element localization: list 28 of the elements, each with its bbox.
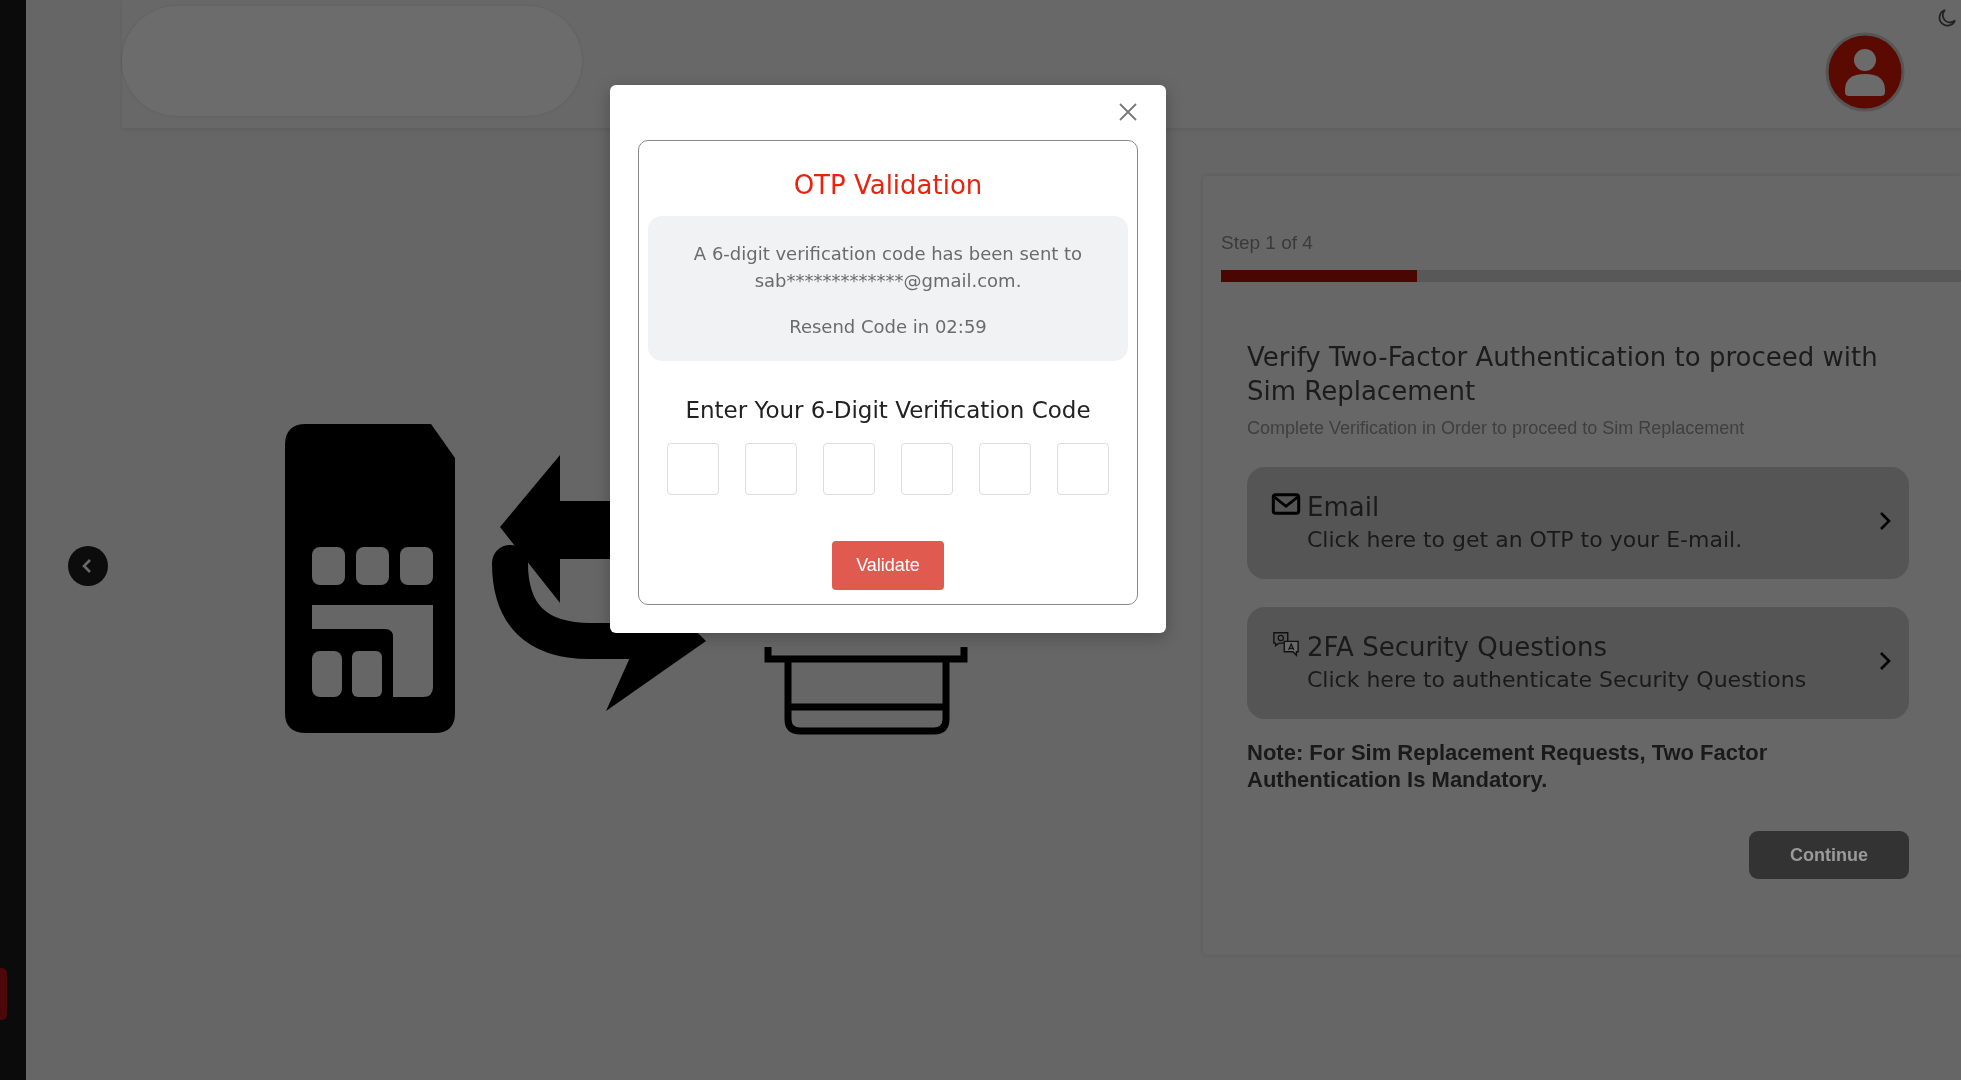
validate-button[interactable]: Validate (832, 541, 944, 590)
sim-card-icon (285, 424, 455, 733)
code-label: Enter Your 6-Digit Verification Code (684, 397, 1092, 423)
digit-field[interactable] (823, 443, 875, 495)
panel-heading: Verify Two-Factor Authentication to proceed with Sim Replacement (1247, 341, 1879, 408)
note-text: Note: For Sim Replacement Requests, Two Factor Authentication Is Mandatory. (1247, 739, 1769, 793)
chevron-right-icon (1879, 511, 1891, 531)
digit-field[interactable] (979, 443, 1031, 495)
message-text: A 6-digit verification code has been sent to sab*************@gmail.com. (692, 242, 1084, 293)
digit-field[interactable] (901, 443, 953, 495)
side-tab[interactable] (0, 968, 7, 1020)
dialog-title: OTP Validation (792, 170, 984, 200)
option-description: Click here to authenticate Security Questions (1307, 666, 1808, 694)
chevron-right-icon (1879, 651, 1891, 671)
avatar-icon[interactable] (1825, 32, 1905, 112)
digit-field[interactable] (1057, 443, 1109, 495)
option-title: 2FA Security Questions (1307, 631, 1609, 664)
verification-option[interactable]: Email Click here to get an OTP to your E-mail. (1247, 467, 1909, 579)
back-button[interactable] (68, 546, 108, 586)
option-description: Click here to get an OTP to your E-mail. (1307, 526, 1744, 554)
verification-option[interactable]: 2FA Security Questions Click here to authenticate Security Questions (1247, 607, 1909, 719)
question-answer-icon (1271, 631, 1301, 657)
option-title: Email (1307, 491, 1381, 524)
envelope-icon (1271, 491, 1301, 517)
resend-timer: Resend Code in 02:59 (788, 316, 988, 337)
digit-field[interactable] (745, 443, 797, 495)
digit-field[interactable] (667, 443, 719, 495)
continue-button[interactable]: Continue (1749, 831, 1909, 879)
